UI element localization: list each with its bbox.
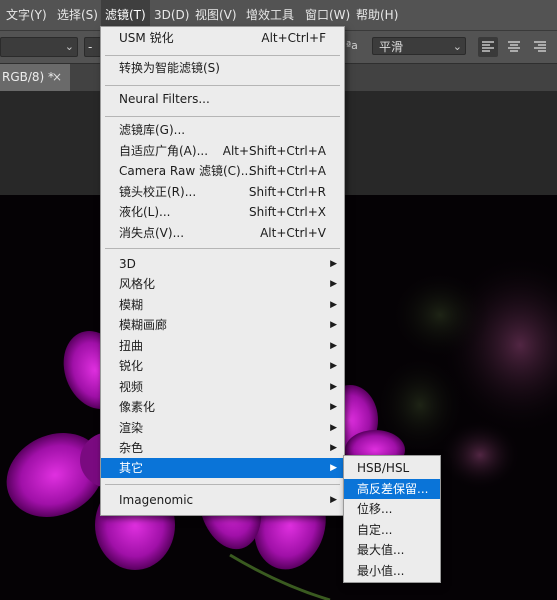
menu-item-3d[interactable]: 3D ▶ (101, 254, 344, 274)
menu-item-shortcut: Shift+Ctrl+X (249, 205, 326, 219)
menu-item-label: 镜头校正(R)... (119, 185, 197, 199)
menu-item-camera-raw[interactable]: Camera Raw 滤镜(C)... Shift+Ctrl+A (101, 161, 344, 181)
font-size-value: - (88, 40, 93, 54)
document-tab[interactable]: RGB/8) * × (0, 64, 70, 91)
menu-divider (105, 116, 340, 117)
submenu-item-label: 位移... (357, 502, 393, 516)
menu-item-label: 液化(L)... (119, 205, 171, 219)
menu-item-label: Camera Raw 滤镜(C)... (119, 164, 253, 178)
filter-menu: USM 锐化 Alt+Ctrl+F 转换为智能滤镜(S) Neural Filte… (100, 26, 345, 516)
menu-item-label: Imagenomic (119, 493, 194, 507)
submenu-item-high-pass[interactable]: 高反差保留... (344, 479, 440, 499)
menu-item-video[interactable]: 视频 ▶ (101, 377, 344, 397)
menu-item-label: 其它 (119, 461, 144, 475)
menu-item-pixelate[interactable]: 像素化 ▶ (101, 397, 344, 417)
font-family-dropdown[interactable]: ⌄ (0, 37, 78, 57)
menu-divider (105, 248, 340, 249)
submenu-item-minimum[interactable]: 最小值... (344, 561, 440, 581)
menu-item-label: 像素化 (119, 400, 156, 414)
menu-item-label: 模糊 (119, 298, 144, 312)
submenu-item-label: 高反差保留... (357, 482, 429, 496)
menu-item-shortcut: Alt+Ctrl+V (260, 226, 326, 240)
menu-item-label: 扭曲 (119, 339, 144, 353)
submenu-item-label: 自定... (357, 523, 393, 537)
align-center-icon (508, 41, 520, 52)
menu-item-imagenomic[interactable]: Imagenomic ▶ (101, 490, 344, 510)
antialias-dropdown[interactable]: 平滑 ⌄ (372, 37, 466, 55)
submenu-item-hsb-hsl[interactable]: HSB/HSL (344, 458, 440, 478)
menu-item-lens-correction[interactable]: 镜头校正(R)... Shift+Ctrl+R (101, 182, 344, 202)
menu-item-other[interactable]: 其它 ▶ (101, 458, 344, 478)
submenu-item-offset[interactable]: 位移... (344, 499, 440, 519)
other-submenu: HSB/HSL 高反差保留... 位移... 自定... 最大值... 最小值.… (343, 455, 441, 583)
submenu-arrow-icon: ▶ (330, 341, 337, 351)
antialias-value: 平滑 (379, 40, 404, 54)
menu-item-label: 渲染 (119, 421, 144, 435)
close-icon[interactable]: × (52, 64, 62, 91)
chevron-down-icon: ⌄ (64, 40, 74, 53)
submenu-arrow-icon: ▶ (330, 423, 337, 433)
menu-item-label: 滤镜库(G)... (119, 123, 186, 137)
align-center-button[interactable] (504, 37, 524, 57)
submenu-arrow-icon: ▶ (330, 382, 337, 392)
menu-item-neural-filters[interactable]: Neural Filters... (101, 89, 344, 109)
menu-item-label: 3D (119, 257, 136, 271)
menu-item-label: 消失点(V)... (119, 226, 185, 240)
menu-type[interactable]: 文字(Y) (2, 0, 51, 30)
submenu-item-label: 最小值... (357, 564, 405, 578)
align-right-icon (534, 41, 546, 52)
menu-item-label: 视频 (119, 380, 144, 394)
menu-item-blur-gallery[interactable]: 模糊画廊 ▶ (101, 315, 344, 335)
menu-item-label: 杂色 (119, 441, 144, 455)
menu-divider (105, 484, 340, 485)
menu-item-blur[interactable]: 模糊 ▶ (101, 295, 344, 315)
submenu-arrow-icon: ▶ (330, 361, 337, 371)
submenu-arrow-icon: ▶ (330, 463, 337, 473)
menu-item-label: 模糊画廊 (119, 318, 168, 332)
submenu-arrow-icon: ▶ (330, 495, 337, 505)
menu-item-adaptive-wide-angle[interactable]: 自适应广角(A)... Alt+Shift+Ctrl+A (101, 141, 344, 161)
submenu-arrow-icon: ▶ (330, 402, 337, 412)
align-right-button[interactable] (530, 37, 550, 57)
menu-divider (105, 85, 340, 86)
antialias-icon: ªa (346, 39, 358, 52)
menu-item-render[interactable]: 渲染 ▶ (101, 418, 344, 438)
submenu-item-label: HSB/HSL (357, 461, 410, 475)
menu-item-shortcut: Shift+Ctrl+A (249, 164, 326, 178)
menu-divider (105, 55, 340, 56)
align-left-icon (482, 41, 494, 52)
menu-select[interactable]: 选择(S) (53, 0, 102, 30)
menu-item-sharpen[interactable]: 锐化 ▶ (101, 356, 344, 376)
menu-item-label: 自适应广角(A)... (119, 144, 209, 158)
submenu-arrow-icon: ▶ (330, 259, 337, 269)
menu-help[interactable]: 帮助(H) (352, 0, 402, 30)
submenu-arrow-icon: ▶ (330, 300, 337, 310)
menu-item-label: Neural Filters... (119, 92, 210, 106)
submenu-item-maximum[interactable]: 最大值... (344, 540, 440, 560)
submenu-arrow-icon: ▶ (330, 443, 337, 453)
document-tab-title: RGB/8) * (2, 70, 55, 84)
menu-item-noise[interactable]: 杂色 ▶ (101, 438, 344, 458)
menu-item-usm-sharpen[interactable]: USM 锐化 Alt+Ctrl+F (101, 28, 344, 48)
menu-item-shortcut: Shift+Ctrl+R (248, 185, 326, 199)
align-left-button[interactable] (478, 37, 498, 57)
submenu-arrow-icon: ▶ (330, 320, 337, 330)
menu-item-distort[interactable]: 扭曲 ▶ (101, 336, 344, 356)
menu-item-convert-smart-filter[interactable]: 转换为智能滤镜(S) (101, 58, 344, 78)
menu-item-liquify[interactable]: 液化(L)... Shift+Ctrl+X (101, 202, 344, 222)
submenu-arrow-icon: ▶ (330, 279, 337, 289)
chevron-down-icon: ⌄ (452, 40, 462, 53)
menu-item-label: USM 锐化 (119, 31, 174, 45)
submenu-item-custom[interactable]: 自定... (344, 520, 440, 540)
menu-item-shortcut: Alt+Shift+Ctrl+A (222, 144, 326, 158)
menu-item-vanishing-point[interactable]: 消失点(V)... Alt+Ctrl+V (101, 223, 344, 243)
menu-item-label: 转换为智能滤镜(S) (119, 61, 220, 75)
menu-item-label: 风格化 (119, 277, 156, 291)
menu-item-shortcut: Alt+Ctrl+F (261, 31, 326, 45)
menu-item-filter-gallery[interactable]: 滤镜库(G)... (101, 120, 344, 140)
submenu-item-label: 最大值... (357, 543, 405, 557)
menu-item-label: 锐化 (119, 359, 144, 373)
menu-item-stylize[interactable]: 风格化 ▶ (101, 274, 344, 294)
